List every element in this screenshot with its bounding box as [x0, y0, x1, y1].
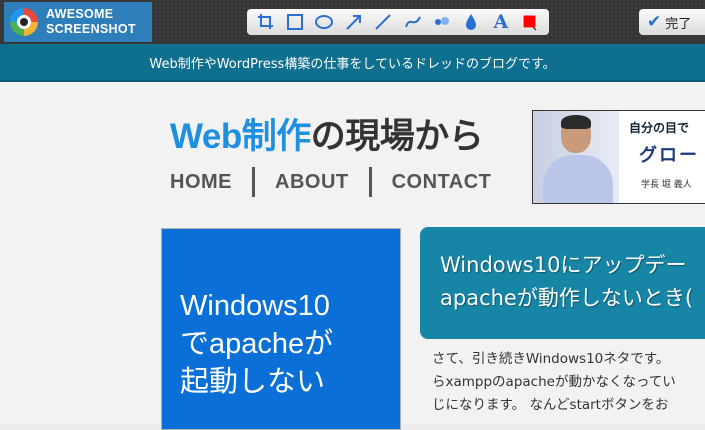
nav-contact[interactable]: CONTACT	[392, 171, 492, 194]
rectangle-icon[interactable]	[284, 11, 306, 33]
post-excerpt: さて、引き続きWindows10ネタです。 らxamppのapacheが動かなく…	[432, 351, 676, 413]
nav-divider	[252, 167, 255, 197]
drop-icon[interactable]	[460, 11, 482, 33]
camera-lens-icon	[10, 8, 38, 36]
text-icon[interactable]: A	[490, 11, 512, 33]
ad-person-photo	[533, 111, 619, 203]
site-title-part2: の現場から	[310, 117, 484, 156]
blur-icon[interactable]	[431, 11, 453, 33]
post-title: Windows10にアップデー apacheが動作しないとき(	[440, 253, 694, 310]
line-icon[interactable]	[372, 11, 394, 33]
arrow-icon[interactable]	[343, 11, 365, 33]
done-button[interactable]: ✔ 完了	[639, 9, 705, 35]
main-nav: HOME ABOUT CONTACT	[170, 167, 491, 197]
ad-banner[interactable]: 自分の目で グロー 学長 堀 義人	[532, 110, 705, 204]
site-title-part1: Web制作	[170, 117, 311, 156]
site-title[interactable]: Web制作の現場から	[170, 108, 484, 159]
curve-icon[interactable]	[402, 11, 424, 33]
brand-line1: AWESOME	[46, 7, 114, 21]
annotation-tools: A	[247, 9, 549, 35]
ad-line3: 学長 堀 義人	[641, 180, 692, 190]
nav-divider	[368, 167, 372, 197]
ad-line2: グロー	[639, 145, 699, 166]
ellipse-icon[interactable]	[313, 11, 335, 33]
blog-page: Web制作の現場から HOME ABOUT CONTACT 自分の目で グロー …	[0, 82, 705, 430]
color-icon[interactable]	[519, 11, 541, 33]
post-thumbnail[interactable]: Windows10 でapacheが 起動しない	[161, 228, 401, 430]
ad-line1: 自分の目で	[629, 121, 690, 135]
crop-icon[interactable]	[255, 11, 277, 33]
tagline-text: Web制作やWordPress構築の仕事をしているドレッドのブログです。	[149, 56, 556, 72]
nav-about[interactable]: ABOUT	[275, 171, 349, 194]
nav-home[interactable]: HOME	[170, 171, 232, 194]
checkmark-icon: ✔	[647, 12, 662, 32]
post-title-box[interactable]: Windows10にアップデー apacheが動作しないとき(	[420, 227, 705, 339]
screenshot-toolbar: AWESOME SCREENSHOT A ✔ 完了	[0, 0, 705, 44]
awesome-screenshot-logo[interactable]: AWESOME SCREENSHOT	[4, 2, 152, 42]
site-tagline-banner: Web制作やWordPress構築の仕事をしているドレッドのブログです。	[0, 44, 705, 82]
done-label: 完了	[665, 16, 692, 32]
thumbnail-text: Windows10 でapacheが 起動しない	[180, 290, 334, 398]
brand-line2: SCREENSHOT	[46, 22, 136, 36]
